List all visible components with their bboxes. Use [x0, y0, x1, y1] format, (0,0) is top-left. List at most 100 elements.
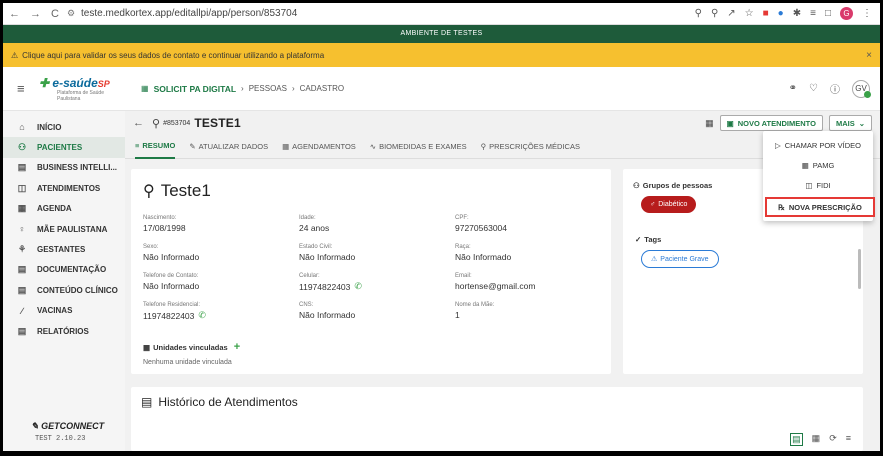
- tab-biomedidas[interactable]: ∿ BIOMEDIDAS E EXAMES: [370, 135, 467, 159]
- lock-icon: ⚙: [66, 8, 76, 18]
- sidebar-item-vacinas[interactable]: ∕ VACINAS: [3, 301, 125, 321]
- field-label: Raça:: [455, 244, 471, 250]
- pulse-icon: ∿: [369, 142, 377, 151]
- tab-resumo[interactable]: ≡ RESUMO: [135, 135, 176, 159]
- browser-nav: ← → C: [3, 8, 67, 20]
- sidebar-item-relatorios[interactable]: ▤ RELATÓRIOS: [3, 321, 125, 341]
- breadcrumb-app[interactable]: SOLICIT PA DIGITAL: [154, 84, 236, 94]
- list-view-icon[interactable]: ▤: [790, 433, 803, 446]
- refresh-icon[interactable]: ⟳: [829, 433, 837, 446]
- puzzle-icon[interactable]: ✱: [793, 8, 801, 19]
- groups-heading: ⚇ Grupos de pessoas: [633, 181, 712, 190]
- menu-list-icon[interactable]: ≡: [810, 8, 816, 19]
- sidebar-item-documentacao[interactable]: ▤ DOCUMENTAÇÃO: [3, 260, 125, 280]
- menu-item-label: PAMG: [812, 160, 835, 170]
- key-icon[interactable]: ⚲: [695, 8, 702, 19]
- clipboard-icon: ◫: [17, 182, 27, 193]
- patient-actions: ▦ ▣ NOVO ATENDIMENTO MAIS ⌄: [705, 115, 880, 131]
- browser-tools: ⚲ ⚲ ↗ ☆ ■ ● ✱ ≡ □ G ⋮: [695, 7, 880, 20]
- book-icon: ▤: [17, 284, 27, 295]
- new-attendance-button[interactable]: ▣ NOVO ATENDIMENTO: [719, 115, 823, 131]
- unidades-section: ▦ Unidades vinculadas + Nenhuma unidade vi…: [143, 341, 240, 366]
- kebab-icon[interactable]: ⋮: [862, 8, 872, 19]
- unidades-empty: Nenhuma unidade vinculada: [143, 359, 232, 366]
- calendar-icon: ▦: [17, 203, 27, 214]
- group-chip[interactable]: ♂ Diabético: [641, 196, 697, 213]
- tab-atualizar-dados[interactable]: ✎ ATUALIZAR DADOS: [189, 135, 268, 159]
- menu-item-pamg[interactable]: ▦ PAMG: [763, 155, 873, 175]
- footer-brand: ✎ GETCONNECT TEST 2.10.23: [31, 421, 104, 443]
- hamburger-icon[interactable]: ≡: [17, 81, 33, 96]
- help-icon[interactable]: ⓘ: [830, 81, 840, 96]
- patient-id: #853704: [163, 119, 191, 127]
- profile-avatar[interactable]: G: [840, 7, 853, 20]
- grid-view-icon[interactable]: ▦: [812, 433, 821, 446]
- mother-icon: ♀: [18, 224, 26, 235]
- sidebar-item-agenda[interactable]: ▦ AGENDA: [3, 199, 125, 219]
- connection-icon[interactable]: ⚭: [789, 83, 797, 94]
- sidebar-item-gestantes[interactable]: ⚘ GESTANTES: [3, 239, 125, 259]
- forward-arrow-icon[interactable]: →: [30, 8, 41, 20]
- sidebar-item-mae-paulistana[interactable]: ♀ MÃE PAULISTANA: [3, 219, 125, 239]
- sidebar-item-label: VACINAS: [37, 306, 73, 316]
- tab-label: AGENDAMENTOS: [292, 142, 356, 151]
- qrcode-icon[interactable]: ▦: [705, 118, 714, 129]
- field-cns: CNS: Não Informado: [299, 302, 355, 320]
- address-bar[interactable]: ⚙ teste.medkortex.app/editallpi/app/pers…: [67, 8, 695, 19]
- sidebar-item-pacientes[interactable]: ⚇ PACIENTES: [3, 137, 125, 158]
- tab-label: PRESCRIÇÕES MÉDICAS: [489, 142, 580, 151]
- field-value: 17/08/1998: [143, 223, 186, 233]
- gender-icon: ♂: [650, 201, 656, 208]
- add-unit-icon[interactable]: +: [234, 341, 240, 353]
- field-value: Não Informado: [299, 252, 356, 262]
- phone-icon[interactable]: ✆: [354, 281, 362, 292]
- group-chip-label: Diabético: [658, 201, 688, 208]
- close-icon[interactable]: ×: [866, 50, 872, 61]
- star-icon[interactable]: ☆: [745, 8, 754, 19]
- getconnect-icon: ✎: [31, 421, 39, 431]
- field-label: Sexo:: [143, 244, 159, 250]
- pregnant-icon: ⚘: [17, 244, 27, 255]
- sidebar-item-conteudo-clinico[interactable]: ▤ CONTEÚDO CLÍNICO: [3, 280, 125, 300]
- back-arrow-icon[interactable]: ←: [9, 8, 20, 20]
- logo-suffix: SP: [97, 78, 110, 89]
- document-icon: ▤: [17, 264, 27, 275]
- clipboard-icon: ◫: [805, 180, 813, 190]
- history-view-controls: ▤ ▦ ⟳ ≡: [790, 433, 851, 446]
- sidebar-item-inicio[interactable]: ⌂ INÍCIO: [3, 117, 125, 137]
- user-avatar[interactable]: GV: [852, 79, 871, 98]
- sidebar-item-business[interactable]: ▤ BUSINESS INTELLI...: [3, 158, 125, 178]
- alert-icon: ⚠: [651, 256, 658, 263]
- logo[interactable]: ✚ e-saúdeSP Plataforma de Saúde Paulista…: [39, 76, 121, 102]
- more-dropdown-menu: ▷ CHAMAR POR VÍDEO ▦ PAMG ◫ FIDI ℞ NOVA PRES…: [763, 131, 875, 221]
- app-icon: ▦: [141, 84, 149, 93]
- tab-prescricoes[interactable]: ⚲ PRESCRIÇÕES MÉDICAS: [481, 135, 580, 159]
- more-button[interactable]: MAIS ⌄: [828, 115, 872, 131]
- zoom-icon[interactable]: ⚲: [711, 8, 718, 19]
- back-icon[interactable]: ←: [133, 117, 144, 129]
- more-label: MAIS: [835, 118, 855, 128]
- menu-item-fidi[interactable]: ◫ FIDI: [763, 175, 873, 195]
- warning-banner[interactable]: ⚠ Clique aqui para validar os seus dados…: [3, 43, 880, 67]
- extension-icon[interactable]: ■: [763, 8, 769, 19]
- history-heading: ▤ Histórico de Atendimentos: [141, 395, 298, 409]
- tab-agendamentos[interactable]: ▦ AGENDAMENTOS: [282, 135, 356, 159]
- share-icon[interactable]: ↗: [727, 8, 735, 19]
- summary-icon: ≡: [135, 141, 140, 150]
- menu-item-video-call[interactable]: ▷ CHAMAR POR VÍDEO: [763, 135, 873, 155]
- tag-chip[interactable]: ⚠ Paciente Grave: [641, 250, 719, 268]
- reload-icon[interactable]: C: [51, 8, 59, 20]
- field-value-row: 11974822403 ✆: [143, 310, 206, 321]
- bell-icon[interactable]: ♡: [809, 83, 818, 94]
- breadcrumb-pessoas[interactable]: PESSOAS: [249, 84, 287, 93]
- field-value-row: 11974822403 ✆: [299, 281, 362, 292]
- scrollbar[interactable]: [858, 249, 861, 289]
- phone-icon[interactable]: ✆: [198, 310, 206, 321]
- sidebar-item-atendimentos[interactable]: ◫ ATENDIMENTOS: [3, 178, 125, 198]
- menu-item-nova-prescricao[interactable]: ℞ NOVA PRESCRIÇÃO: [765, 197, 875, 217]
- sidepanel-icon[interactable]: □: [825, 8, 831, 19]
- warning-text[interactable]: Clique aqui para validar os seus dados d…: [22, 51, 866, 60]
- extension2-icon[interactable]: ●: [778, 8, 784, 19]
- filter-icon[interactable]: ≡: [846, 433, 851, 446]
- field-label: Estado Civil:: [299, 244, 333, 250]
